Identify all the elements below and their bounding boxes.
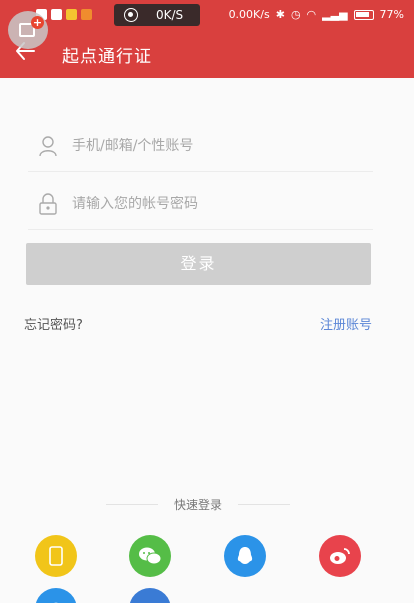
- phone-icon: [49, 546, 63, 566]
- weibo-icon: [330, 548, 350, 564]
- network-speed-pill-text: 0K/S: [156, 8, 184, 22]
- status-bar: 0K/S 0.00K/s ✱ ◷ ◠ ▂▃▅ 77%: [0, 0, 414, 30]
- bluetooth-icon: ✱: [275, 8, 285, 21]
- divider: [106, 504, 158, 505]
- notification-icon: [51, 9, 62, 20]
- lock-icon: [34, 190, 62, 218]
- qq-icon: [237, 547, 253, 564]
- password-field[interactable]: [28, 178, 373, 230]
- username-field[interactable]: [28, 120, 373, 172]
- battery-icon: [353, 9, 374, 20]
- weibo-login-button[interactable]: [319, 535, 361, 577]
- speed-meter-icon: [124, 8, 138, 22]
- notification-icon: [81, 9, 92, 20]
- register-link[interactable]: 注册账号: [320, 314, 372, 333]
- add-icon: +: [31, 16, 44, 29]
- alarm-icon: ◷: [290, 8, 301, 21]
- app-header: 起点通行证: [0, 30, 414, 78]
- network-speed-pill: 0K/S: [114, 4, 200, 26]
- phone-login-button[interactable]: [35, 535, 77, 577]
- divider: [238, 504, 290, 505]
- wechat-icon: [139, 547, 162, 565]
- notification-icon: [66, 9, 77, 20]
- password-input[interactable]: [72, 195, 352, 212]
- battery-percent: 77%: [379, 8, 404, 21]
- status-right-group: 0.00K/s ✱ ◷ ◠ ▂▃▅ 77%: [229, 8, 404, 21]
- forgot-password-link[interactable]: 忘记密码?: [24, 314, 83, 333]
- qq-login-button[interactable]: [224, 535, 266, 577]
- quick-login-label: 快速登录: [173, 498, 222, 512]
- floating-window-widget[interactable]: +: [8, 11, 48, 49]
- login-button[interactable]: 登录: [26, 243, 371, 285]
- network-speed-text: 0.00K/s: [228, 8, 270, 21]
- wechat-login-button[interactable]: [129, 535, 171, 577]
- user-icon: [34, 132, 62, 160]
- signal-icon: ▂▃▅: [322, 8, 348, 21]
- wifi-icon: ◠: [306, 8, 317, 21]
- page-title: 起点通行证: [62, 47, 152, 67]
- username-input[interactable]: [72, 137, 352, 154]
